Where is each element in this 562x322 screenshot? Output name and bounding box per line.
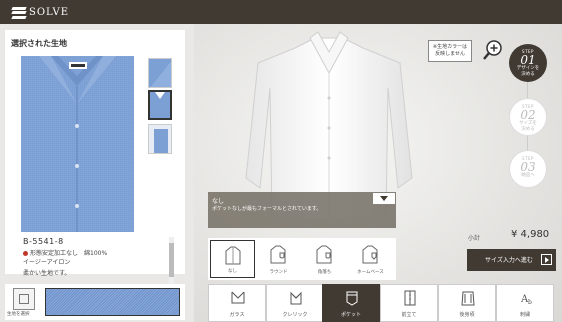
collar-icon [231,291,245,304]
shirt-front-image [150,92,170,118]
tab-pocket[interactable]: ポケット [322,284,380,322]
arrow-right-icon [541,254,552,265]
back-body-icon [461,291,475,306]
step-2-size[interactable]: STEP 02 サイズを 決める [509,98,547,136]
pocket-options: なし ラウンド 角落ち ホームベース [208,238,396,280]
fabric-select-bar: 生地を選択 [5,284,185,320]
zoom-in-icon[interactable] [483,40,503,60]
step-connector [527,136,528,150]
current-fabric-swatch[interactable] [45,288,180,316]
pocket-option-home-base[interactable]: ホームベース [348,240,393,278]
pocket-option-none[interactable]: なし [210,240,255,278]
shirt-no-pocket-icon [225,246,241,265]
shirt-cut-corner-pocket-icon [316,245,332,264]
scrollbar-thumb[interactable] [169,243,174,277]
select-fabric-label: 生地を選択 [7,312,30,317]
cleric-icon [290,291,302,305]
tab-cleric[interactable]: クレリック [266,284,324,322]
shirt-3d-preview [245,31,413,218]
fabric-thumbnail-2[interactable] [148,90,172,120]
tab-collar[interactable]: ガラス [208,284,266,322]
fabric-spec-3: 柔かい生地です。 [23,270,71,277]
selected-fabric-panel: 選択された生地 B-5541-8 形態安定加工なし 綿100% イージーアイロン… [5,30,185,299]
panel-title: 選択された生地 [11,39,67,48]
bullet-icon [23,250,28,256]
tab-placket[interactable]: 前立て [380,284,438,322]
subtotal-price: ¥ 4,980 [511,229,550,240]
tab-back-body[interactable]: 後身頃 [438,284,496,322]
color-notice: ※生地カラーは 反映しません [428,40,472,62]
fabric-thumbnail-1[interactable] [148,58,172,88]
chevron-down-icon [380,196,388,201]
step-connector [527,82,528,98]
tab-embroidery[interactable]: Ab 刺繍 [496,284,554,322]
step-1-design[interactable]: STEP 01 デザインを 決める [509,44,547,82]
placket-icon [404,290,416,306]
brand-logo[interactable]: SOLVE [11,6,70,19]
logo-mark-icon [11,6,27,19]
brand-name: SOLVE [29,7,70,18]
svg-text:b: b [528,299,532,306]
pocket-option-cut-corner[interactable]: 角落ち [302,240,347,278]
folded-shirt-image [21,56,134,232]
fabric-swatch-image [149,59,171,87]
fabric-spec-1: 形態安定加工なし 綿100% [23,249,107,258]
fabric-code: B-5541-8 [23,237,64,246]
option-title: なし [212,198,225,205]
subtotal-label: 小計 [468,235,481,242]
embroidery-icon: Ab [520,294,532,306]
fabric-thumbnail-3[interactable] [148,124,172,154]
collapse-toggle-button[interactable] [373,193,395,204]
option-description: ポケットなしが最もフォーマルとされています。 [212,206,322,212]
go-to-size-button[interactable]: サイズ入力へ進む [467,249,556,271]
shirt-hanging-image [149,125,171,153]
fabric-spec-2: イージーアイロン [23,259,71,266]
shirt-home-base-pocket-icon [362,245,378,264]
pocket-option-round[interactable]: ラウンド [256,240,301,278]
pocket-icon [346,291,358,306]
option-description-panel: なし ポケットなしが最もフォーマルとされています。 [208,192,396,228]
shirt-round-pocket-icon [270,245,286,264]
step-3-delivery[interactable]: STEP 03 納品へ [509,150,547,188]
app-header: SOLVE [0,0,562,24]
select-fabric-button[interactable] [13,288,35,310]
